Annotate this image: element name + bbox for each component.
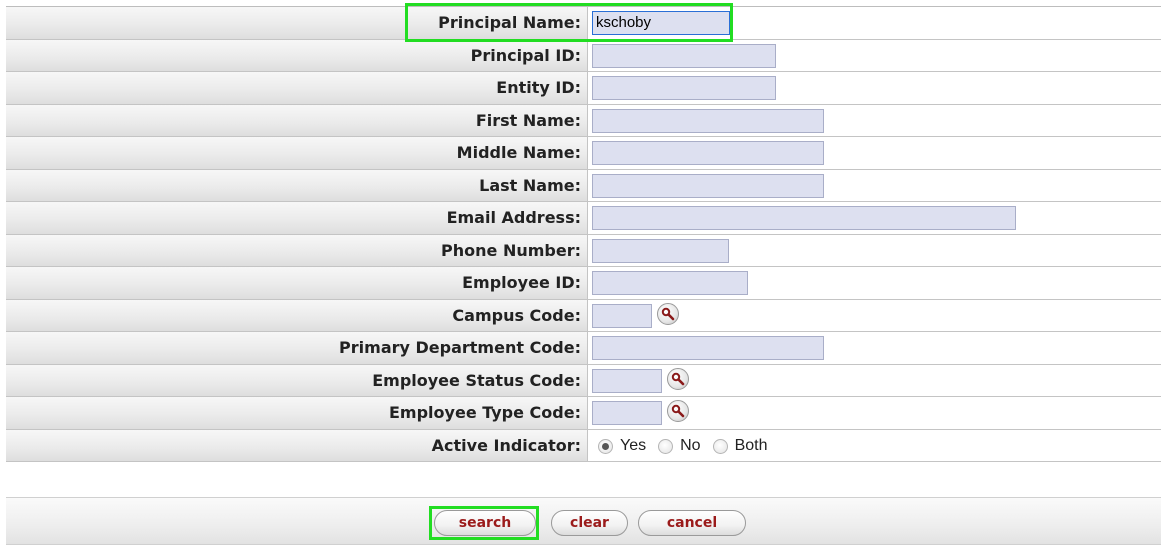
campus-code-input[interactable] [592,304,652,328]
principal-name-highlight [405,3,733,42]
row-employee-status-code: Employee Status Code: [6,365,1161,397]
principal-id-input[interactable] [592,44,776,68]
row-employee-id: Employee ID: [6,267,1161,300]
search-button-highlight [429,506,539,540]
middle-name-label: Middle Name: [6,137,588,169]
entity-id-label: Entity ID: [6,72,588,104]
magnifier-icon[interactable] [657,303,679,325]
clear-button[interactable]: clear [551,510,628,536]
row-phone-number: Phone Number: [6,235,1161,267]
middle-name-input[interactable] [592,141,824,165]
first-name-input[interactable] [592,109,824,133]
radio-no[interactable] [658,438,674,454]
search-form: Principal Name: kschoby Principal ID: En… [6,6,1161,462]
employee-id-label: Employee ID: [6,267,588,299]
active-indicator-radio-group: Yes No Both [598,430,779,462]
row-campus-code: Campus Code: [6,300,1161,332]
radio-yes-label: Yes [620,437,647,454]
phone-number-label: Phone Number: [6,235,588,266]
radio-both[interactable] [712,438,728,454]
last-name-label: Last Name: [6,170,588,201]
email-address-label: Email Address: [6,202,588,234]
radio-yes[interactable] [598,438,613,454]
row-active-indicator: Active Indicator: Yes No Both [6,430,1161,462]
row-last-name: Last Name: [6,170,1161,202]
first-name-label: First Name: [6,105,588,136]
row-principal-id: Principal ID: [6,40,1161,72]
principal-id-label: Principal ID: [6,40,588,71]
campus-code-label: Campus Code: [6,300,588,331]
row-middle-name: Middle Name: [6,137,1161,170]
last-name-input[interactable] [592,174,824,198]
magnifier-icon[interactable] [667,368,689,390]
radio-both-label: Both [734,437,768,454]
employee-status-code-label: Employee Status Code: [6,365,588,396]
employee-type-code-label: Employee Type Code: [6,397,588,429]
row-employee-type-code: Employee Type Code: [6,397,1161,430]
employee-id-input[interactable] [592,271,748,295]
magnifier-icon[interactable] [667,400,689,422]
employee-status-code-input[interactable] [592,369,662,393]
cancel-button[interactable]: cancel [638,510,746,536]
employee-type-code-input[interactable] [592,401,662,425]
button-bar: search clear cancel [6,497,1161,545]
radio-no-label: No [680,437,701,454]
row-entity-id: Entity ID: [6,72,1161,105]
phone-number-input[interactable] [592,239,729,263]
active-indicator-label: Active Indicator: [6,430,588,461]
row-primary-department-code: Primary Department Code: [6,332,1161,365]
email-address-input[interactable] [592,206,1016,230]
row-email-address: Email Address: [6,202,1161,235]
primary-department-code-input[interactable] [592,336,824,360]
row-first-name: First Name: [6,105,1161,137]
entity-id-input[interactable] [592,76,776,100]
primary-department-code-label: Primary Department Code: [6,332,588,364]
